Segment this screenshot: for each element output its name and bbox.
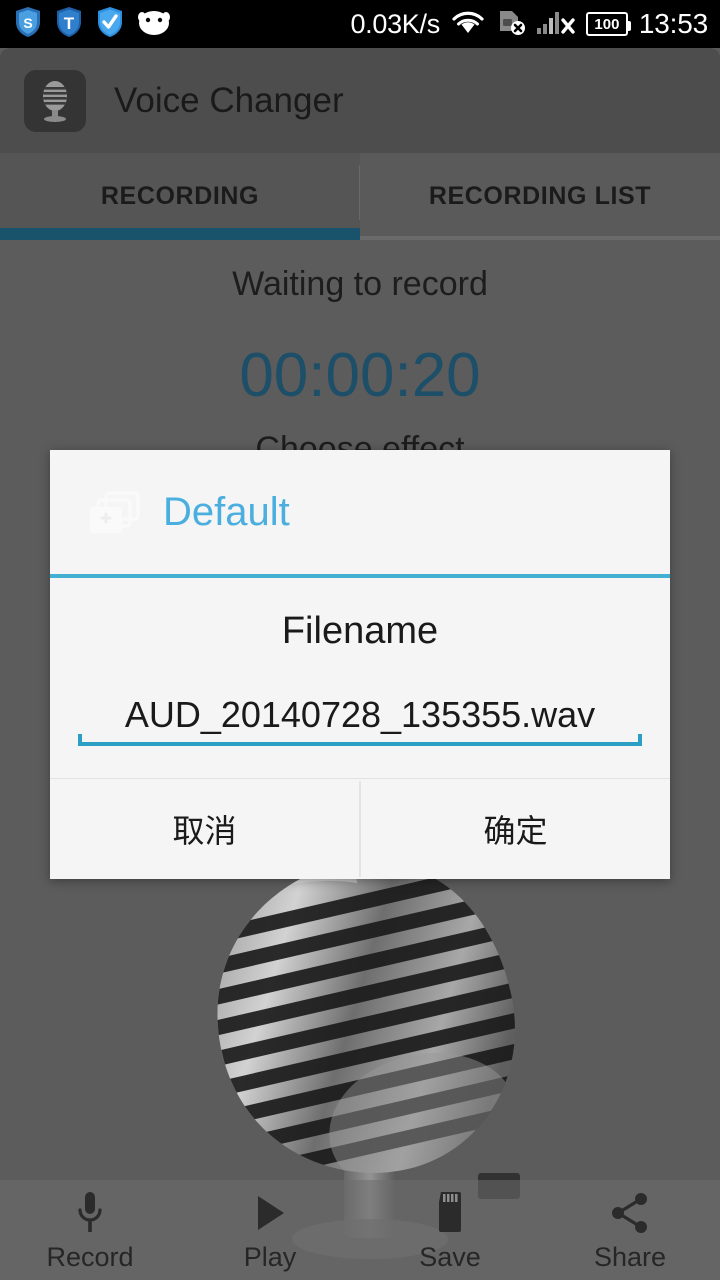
tab-recording-label: RECORDING xyxy=(100,182,260,210)
signal-no-service-icon xyxy=(536,8,575,41)
clock-text: 13:53 xyxy=(638,8,708,39)
share-nodes-icon xyxy=(608,1188,652,1236)
sd-card-icon xyxy=(434,1188,466,1236)
save-label: Save xyxy=(419,1241,481,1272)
share-label: Share xyxy=(593,1241,667,1272)
recording-status-text: Waiting to record xyxy=(232,265,488,303)
tab-recording-list[interactable]: RECORDING LIST xyxy=(360,153,720,240)
status-bar-right-icons: 0.03K/s 100 13:53 xyxy=(350,8,720,41)
svg-text:T: T xyxy=(64,14,75,33)
tab-recording-list-label: RECORDING LIST xyxy=(428,182,652,210)
action-bar: Voice Changer xyxy=(0,48,720,153)
shield-t-icon: T xyxy=(55,6,83,43)
status-bar: S T 0.03K/s 100 13:53 xyxy=(0,0,720,48)
battery-icon: 100 xyxy=(585,12,631,36)
filename-field-label: Filename xyxy=(281,610,439,652)
tab-active-indicator xyxy=(0,228,360,240)
play-button[interactable]: Play xyxy=(180,1180,360,1280)
sim-card-disabled-icon xyxy=(496,8,526,41)
filename-input-wrapper xyxy=(78,694,642,746)
svg-text:S: S xyxy=(23,15,32,31)
shield-s-icon: S xyxy=(14,6,42,43)
record-label: Record xyxy=(46,1241,134,1272)
battery-level-text: 100 xyxy=(594,15,620,33)
dialog-button-row: 取消 确定 xyxy=(50,779,670,879)
dialog-body: Filename xyxy=(50,578,670,779)
filename-dialog: Default Filename 取消 确定 xyxy=(50,450,670,879)
tab-recording[interactable]: RECORDING xyxy=(0,153,360,240)
filename-input[interactable] xyxy=(78,694,642,736)
tab-bar: RECORDING RECORDING LIST xyxy=(0,153,720,240)
cancel-button[interactable]: 取消 xyxy=(50,779,359,879)
save-button[interactable]: Save xyxy=(360,1180,540,1280)
bottom-toolbar: Record Play Save Share xyxy=(0,1180,720,1280)
share-button[interactable]: Share xyxy=(540,1180,720,1280)
network-speed-text: 0.03K/s xyxy=(350,8,440,39)
play-label: Play xyxy=(243,1241,297,1272)
play-triangle-icon xyxy=(250,1188,290,1236)
tab-inactive-indicator xyxy=(360,236,720,240)
android-face-icon xyxy=(137,8,171,41)
microphone-icon xyxy=(75,1188,105,1236)
status-bar-left-icons: S T xyxy=(0,6,171,43)
recording-timer: 00:00:20 xyxy=(239,341,481,410)
record-button[interactable]: Record xyxy=(0,1180,180,1280)
wifi-icon xyxy=(451,9,485,40)
dialog-header-title: Default xyxy=(163,489,290,534)
page-title: Voice Changer xyxy=(114,80,344,120)
stacked-windows-icon xyxy=(86,490,144,540)
shield-check-icon xyxy=(96,6,124,43)
microphone-app-icon[interactable] xyxy=(24,69,86,132)
confirm-button[interactable]: 确定 xyxy=(361,779,670,879)
dialog-header: Default xyxy=(50,450,670,578)
